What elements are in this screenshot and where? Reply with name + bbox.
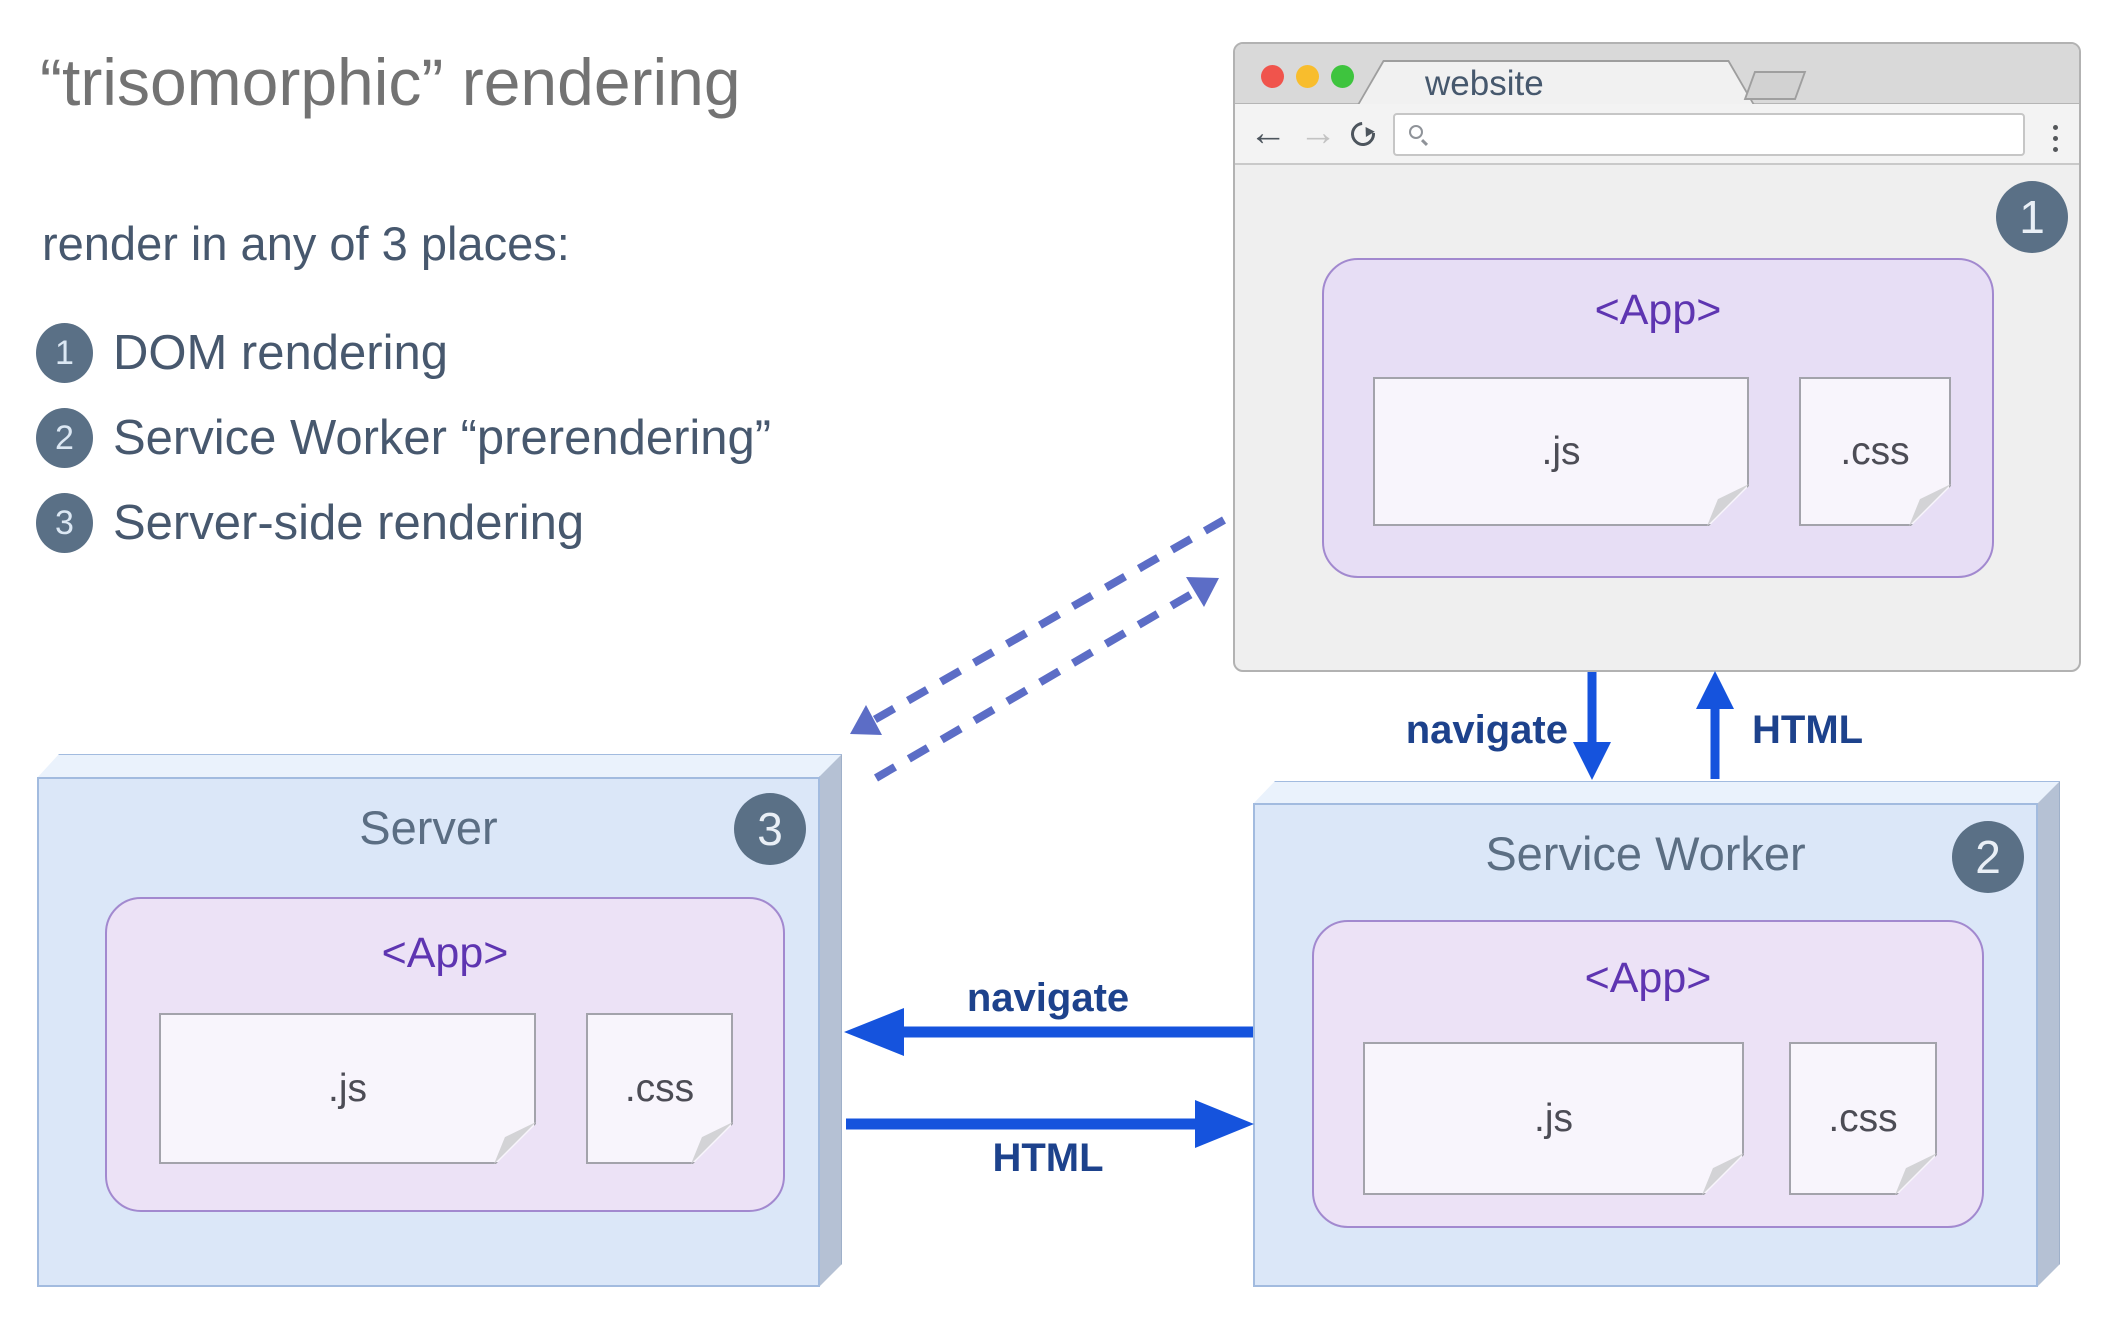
js-file-icon: .js [159,1013,536,1164]
navigate-down-arrow [1573,672,1611,780]
browser-titlebar: website [1235,44,2079,104]
server-browser-dashed-arrow [873,577,1219,782]
service-worker-box-right-face [2037,781,2060,1287]
css-file-icon: .css [586,1013,733,1164]
refresh-icon[interactable] [1346,117,1380,151]
service-worker-app-box: <App> .js .css [1312,920,1984,1228]
search-icon [1409,125,1423,139]
legend-label: DOM rendering [113,326,448,380]
legend-label: Server-side rendering [113,496,585,550]
overflow-menu-icon[interactable] [2049,121,2062,156]
server-app-box: <App> .js .css [105,897,785,1212]
browser-server-dashed-arrow [850,516,1226,735]
css-file-icon: .css [1789,1042,1937,1195]
html-up-arrow [1696,671,1734,779]
browser-app-box: <App> .js .css [1322,258,1994,578]
service-worker-title: Service Worker [1485,827,1806,880]
legend-badge-1: 1 [36,323,93,383]
url-bar[interactable] [1393,113,2025,156]
js-file-label: .js [1534,1096,1573,1140]
legend-badge-2: 2 [36,408,93,468]
step-badge-2: 2 [1952,821,2024,893]
step-badge-1: 1 [1996,181,2068,253]
html-right-label: HTML [992,1136,1104,1180]
legend-item-service-worker: 2 Service Worker “prerendering” [36,407,771,469]
css-file-label: .css [624,1066,695,1110]
js-file-label: .js [1541,429,1581,473]
legend-list: 1 DOM rendering 2 Service Worker “preren… [36,322,771,577]
subtitle: render in any of 3 places: [42,217,570,270]
app-tag-label: <App> [381,929,509,977]
js-file-icon: .js [1363,1042,1744,1195]
server-title: Server [359,801,498,854]
css-file-label: .css [1840,429,1910,473]
navigate-down-label: navigate [1405,708,1568,752]
back-button[interactable]: ← [1249,104,1287,163]
step-badge-3: 3 [734,793,806,865]
page-title: “trisomorphic” rendering [40,45,741,119]
css-file-icon: .css [1799,377,1951,526]
minimize-icon[interactable] [1296,65,1319,88]
browser-tab[interactable]: website [1357,60,1755,105]
legend-item-dom: 1 DOM rendering [36,322,771,384]
server-box-right-face [819,754,842,1287]
legend-badge-3: 3 [36,493,93,553]
server-box-top-face [37,754,842,778]
legend-item-server-side: 3 Server-side rendering [36,492,771,554]
legend-label: Service Worker “prerendering” [113,411,772,465]
js-file-icon: .js [1373,377,1749,526]
app-tag-label: <App> [1594,286,1722,334]
css-file-label: .css [1828,1096,1898,1140]
app-tag-label: <App> [1584,954,1712,1002]
service-worker-box-top-face [1253,781,2060,804]
close-icon[interactable] [1261,65,1284,88]
tab-title[interactable]: website [1359,62,1753,105]
js-file-label: .js [328,1066,367,1110]
maximize-icon[interactable] [1331,65,1354,88]
navigate-left-label: navigate [966,976,1130,1020]
forward-button[interactable]: → [1299,104,1337,163]
next-tab-stub[interactable] [1743,71,1807,100]
browser-toolbar: ← → [1235,104,2079,165]
diagram-canvas: “trisomorphic” rendering render in any o… [0,0,2108,1328]
html-up-label: HTML [1752,708,1864,752]
